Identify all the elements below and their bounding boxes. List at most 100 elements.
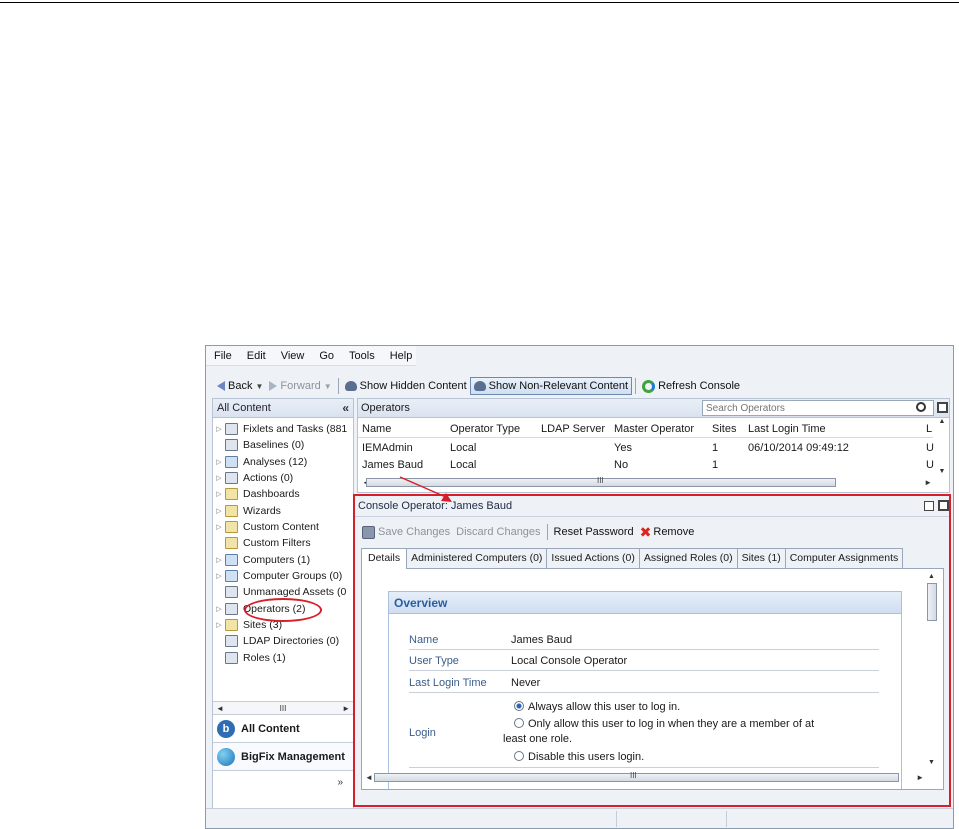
tree-item-wizards[interactable]: ▷ Wizards [213, 503, 281, 519]
scroll-right-arrow-icon[interactable]: ► [924, 478, 932, 487]
maximize-icon[interactable] [938, 500, 949, 511]
scroll-right-arrow-icon[interactable]: ► [342, 704, 350, 713]
analysis-icon [225, 456, 238, 468]
remove-button[interactable]: ✖ Remove [637, 523, 698, 541]
maximize-icon[interactable] [937, 402, 948, 413]
tree-item-ldap-directories[interactable]: LDAP Directories (0) [213, 633, 339, 649]
popout-icon[interactable] [924, 501, 934, 511]
menu-go[interactable]: Go [311, 350, 341, 362]
nav-overflow-button[interactable]: » [213, 771, 353, 793]
column-header-name[interactable]: Name [362, 423, 391, 435]
expand-arrow-icon[interactable]: ▷ [213, 523, 225, 531]
tree-item-custom-content[interactable]: ▷ Custom Content [213, 519, 319, 535]
expand-arrow-icon[interactable]: ▷ [213, 621, 225, 629]
tree-horizontal-scrollbar[interactable]: ◄ III ► [213, 701, 353, 715]
expand-arrow-icon[interactable]: ▷ [213, 474, 225, 482]
details-vertical-scrollbar[interactable]: ▲ ▼ [925, 569, 941, 770]
column-header-master-operator[interactable]: Master Operator [614, 423, 694, 435]
scroll-up-arrow-icon[interactable]: ▲ [928, 573, 935, 580]
radio-unselected-icon[interactable] [514, 718, 524, 728]
expand-arrow-icon[interactable]: ▷ [213, 572, 225, 580]
column-header-truncated[interactable]: L [926, 423, 932, 435]
main-toolbar: Back ▼ Forward ▼ Show Hidden Content Sho… [206, 375, 743, 397]
nav-all-content[interactable]: b All Content [213, 715, 353, 743]
scroll-thumb[interactable] [927, 583, 937, 621]
expand-arrow-icon[interactable]: ▷ [213, 556, 225, 564]
tree-item-custom-filters[interactable]: Custom Filters [213, 535, 311, 551]
menu-edit[interactable]: Edit [239, 350, 273, 362]
radio-unselected-icon[interactable] [514, 751, 524, 761]
tree-item-actions[interactable]: ▷ Actions (0) [213, 470, 293, 486]
login-option-disable[interactable]: Disable this users login. [514, 751, 644, 763]
radio-selected-icon[interactable] [514, 701, 524, 711]
reset-password-button[interactable]: Reset Password [551, 523, 637, 541]
tab-sites[interactable]: Sites (1) [736, 548, 786, 568]
tab-administered-computers[interactable]: Administered Computers (0) [406, 548, 548, 568]
tree-item-computers[interactable]: ▷ Computers (1) [213, 552, 310, 568]
top-rule [0, 2, 959, 3]
tab-details[interactable]: Details [361, 548, 408, 569]
discard-changes-button[interactable]: Discard Changes [453, 523, 543, 541]
expand-arrow-icon[interactable]: ▷ [213, 490, 225, 498]
show-non-relevant-content-button[interactable]: Show Non-Relevant Content [469, 377, 633, 395]
tree-item-label: Unmanaged Assets (0 [243, 586, 347, 598]
tab-issued-actions[interactable]: Issued Actions (0) [546, 548, 640, 568]
divider [409, 649, 879, 650]
menu-tools[interactable]: Tools [341, 350, 382, 362]
column-header-last-login-time[interactable]: Last Login Time [748, 423, 826, 435]
grid-vertical-scrollbar[interactable]: ▲ ▼ [935, 418, 949, 475]
tree-item-label: Custom Content [243, 521, 319, 533]
forward-button[interactable]: Forward ▼ [266, 377, 334, 395]
scroll-left-arrow-icon[interactable]: ◄ [365, 773, 373, 782]
chevron-down-icon[interactable]: ▼ [324, 382, 332, 391]
toolbar-separator [635, 378, 637, 394]
chevron-down-icon[interactable]: ▼ [255, 382, 263, 391]
save-changes-button[interactable]: Save Changes [359, 523, 453, 541]
expand-arrow-icon[interactable]: ▷ [213, 425, 225, 433]
collapse-pane-button[interactable]: « [342, 401, 349, 415]
column-header-ldap-server[interactable]: LDAP Server [541, 423, 605, 435]
show-hidden-content-button[interactable]: Show Hidden Content [342, 377, 470, 395]
back-button[interactable]: Back ▼ [214, 377, 266, 395]
scroll-up-arrow-icon[interactable]: ▲ [939, 418, 946, 425]
operator-icon [225, 603, 238, 615]
scroll-left-arrow-icon[interactable]: ◄ [216, 704, 224, 713]
tab-assigned-roles[interactable]: Assigned Roles (0) [638, 548, 738, 568]
scroll-down-arrow-icon[interactable]: ▼ [928, 759, 935, 766]
tree-item-baselines[interactable]: Baselines (0) [213, 437, 304, 453]
name-label: Name [409, 634, 439, 646]
scroll-thumb[interactable]: III [374, 771, 899, 782]
scroll-down-arrow-icon[interactable]: ▼ [939, 468, 946, 475]
grid-horizontal-scrollbar[interactable]: ◄ III ► [358, 475, 936, 490]
tree-item-analyses[interactable]: ▷ Analyses (12) [213, 454, 307, 470]
tree-item-fixlets[interactable]: ▷ Fixlets and Tasks (881 [213, 421, 347, 437]
details-horizontal-scrollbar[interactable]: ◄ III ► [362, 770, 927, 785]
save-icon [362, 525, 375, 539]
scroll-thumb[interactable]: III [366, 476, 836, 487]
menu-view[interactable]: View [273, 350, 312, 362]
tree-item-roles[interactable]: Roles (1) [213, 650, 286, 666]
menu-help[interactable]: Help [382, 350, 420, 362]
expand-arrow-icon[interactable]: ▷ [213, 507, 225, 515]
table-row[interactable]: James Baud Local No 1 U [358, 456, 934, 474]
expand-arrow-icon[interactable]: ▷ [213, 458, 225, 466]
scroll-right-arrow-icon[interactable]: ► [916, 773, 924, 782]
divider [409, 692, 879, 693]
tree-item-dashboards[interactable]: ▷ Dashboards [213, 486, 300, 502]
scroll-grip[interactable]: III [280, 704, 287, 713]
tab-computer-assignments[interactable]: Computer Assignments [784, 548, 904, 568]
table-row[interactable]: IEMAdmin Local Yes 1 06/10/2014 09:49:12… [358, 439, 934, 457]
computer-icon [225, 554, 238, 566]
search-operators-input[interactable] [702, 400, 934, 416]
refresh-console-button[interactable]: Refresh Console [639, 377, 743, 395]
search-icon[interactable] [916, 402, 926, 412]
operators-list-pane: Operators Name Operator Type LDAP Server… [357, 398, 950, 493]
expand-arrow-icon[interactable]: ▷ [213, 605, 225, 613]
column-header-operator-type[interactable]: Operator Type [450, 423, 520, 435]
menu-file[interactable]: File [206, 350, 239, 362]
column-header-sites[interactable]: Sites [712, 423, 736, 435]
login-option-always[interactable]: Always allow this user to log in. [514, 701, 680, 713]
tree-item-computer-groups[interactable]: ▷ Computer Groups (0) [213, 568, 342, 584]
nav-bigfix-management[interactable]: BigFix Management [213, 743, 353, 771]
login-option-role-member[interactable]: Only allow this user to log in when they… [514, 718, 814, 730]
